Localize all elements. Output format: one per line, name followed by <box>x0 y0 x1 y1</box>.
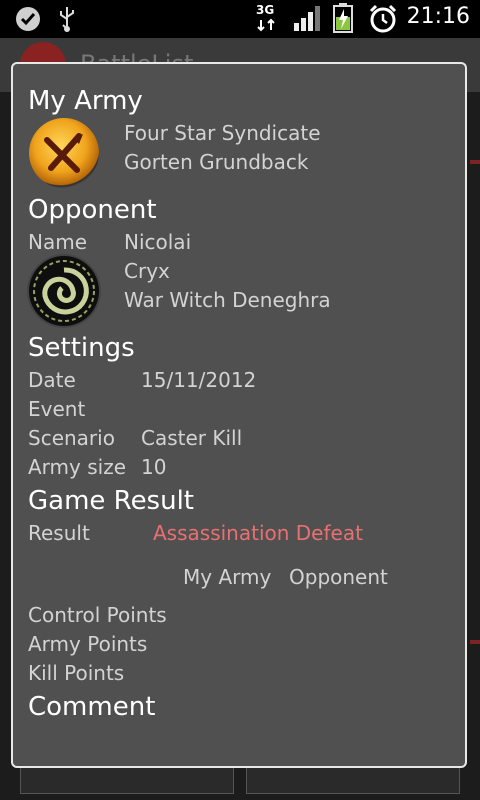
opponent-heading: Opponent <box>28 195 157 225</box>
status-time: 21:16 <box>406 4 470 29</box>
settings-heading: Settings <box>28 333 135 363</box>
settings-army-size-label: Army size <box>28 455 127 479</box>
opponent-faction: Cryx <box>124 259 170 283</box>
settings-army-size-value: 10 <box>141 455 167 479</box>
background-button-right <box>246 766 460 794</box>
game-details-dialog: My Army Four Star Syndicate Gorten Grund… <box>11 62 467 768</box>
settings-date-label: Date <box>28 368 76 392</box>
opponent-name-label: Name <box>28 230 88 254</box>
my-army-list-name: Four Star Syndicate <box>124 121 321 145</box>
alarm-icon <box>369 4 397 33</box>
network-type: 3G <box>256 3 275 17</box>
my-army-heading: My Army <box>28 86 143 116</box>
data-arrows-icon <box>257 18 275 32</box>
background-accent <box>470 160 480 164</box>
status-bar: 3G 21:16 <box>0 0 480 38</box>
comment-heading: Comment <box>28 692 156 722</box>
settings-date-value: 15/11/2012 <box>141 368 257 392</box>
notification-check-icon <box>16 7 40 31</box>
background-accent <box>470 640 480 644</box>
usb-icon <box>60 7 74 32</box>
score-row-kill-points: Kill Points <box>28 661 125 685</box>
signal-strength-icon <box>294 6 320 31</box>
result-value: Assassination Defeat <box>153 521 363 545</box>
settings-event-label: Event <box>28 397 86 421</box>
result-label: Result <box>28 521 90 545</box>
opponent-name-value: Nicolai <box>124 230 192 254</box>
settings-scenario-value: Caster Kill <box>141 426 243 450</box>
settings-scenario-label: Scenario <box>28 426 115 450</box>
battery-charging-icon <box>333 3 353 33</box>
my-army-warcaster: Gorten Grundback <box>124 150 309 174</box>
cryx-faction-icon <box>29 256 99 326</box>
opponent-warcaster: War Witch Deneghra <box>124 288 331 312</box>
background-button-left <box>20 766 234 794</box>
game-result-heading: Game Result <box>28 486 195 516</box>
score-row-control-points: Control Points <box>28 603 167 627</box>
score-column-my-army: My Army <box>183 565 272 589</box>
mercenary-faction-icon <box>29 118 99 188</box>
score-row-army-points: Army Points <box>28 632 148 656</box>
score-column-opponent: Opponent <box>289 565 388 589</box>
